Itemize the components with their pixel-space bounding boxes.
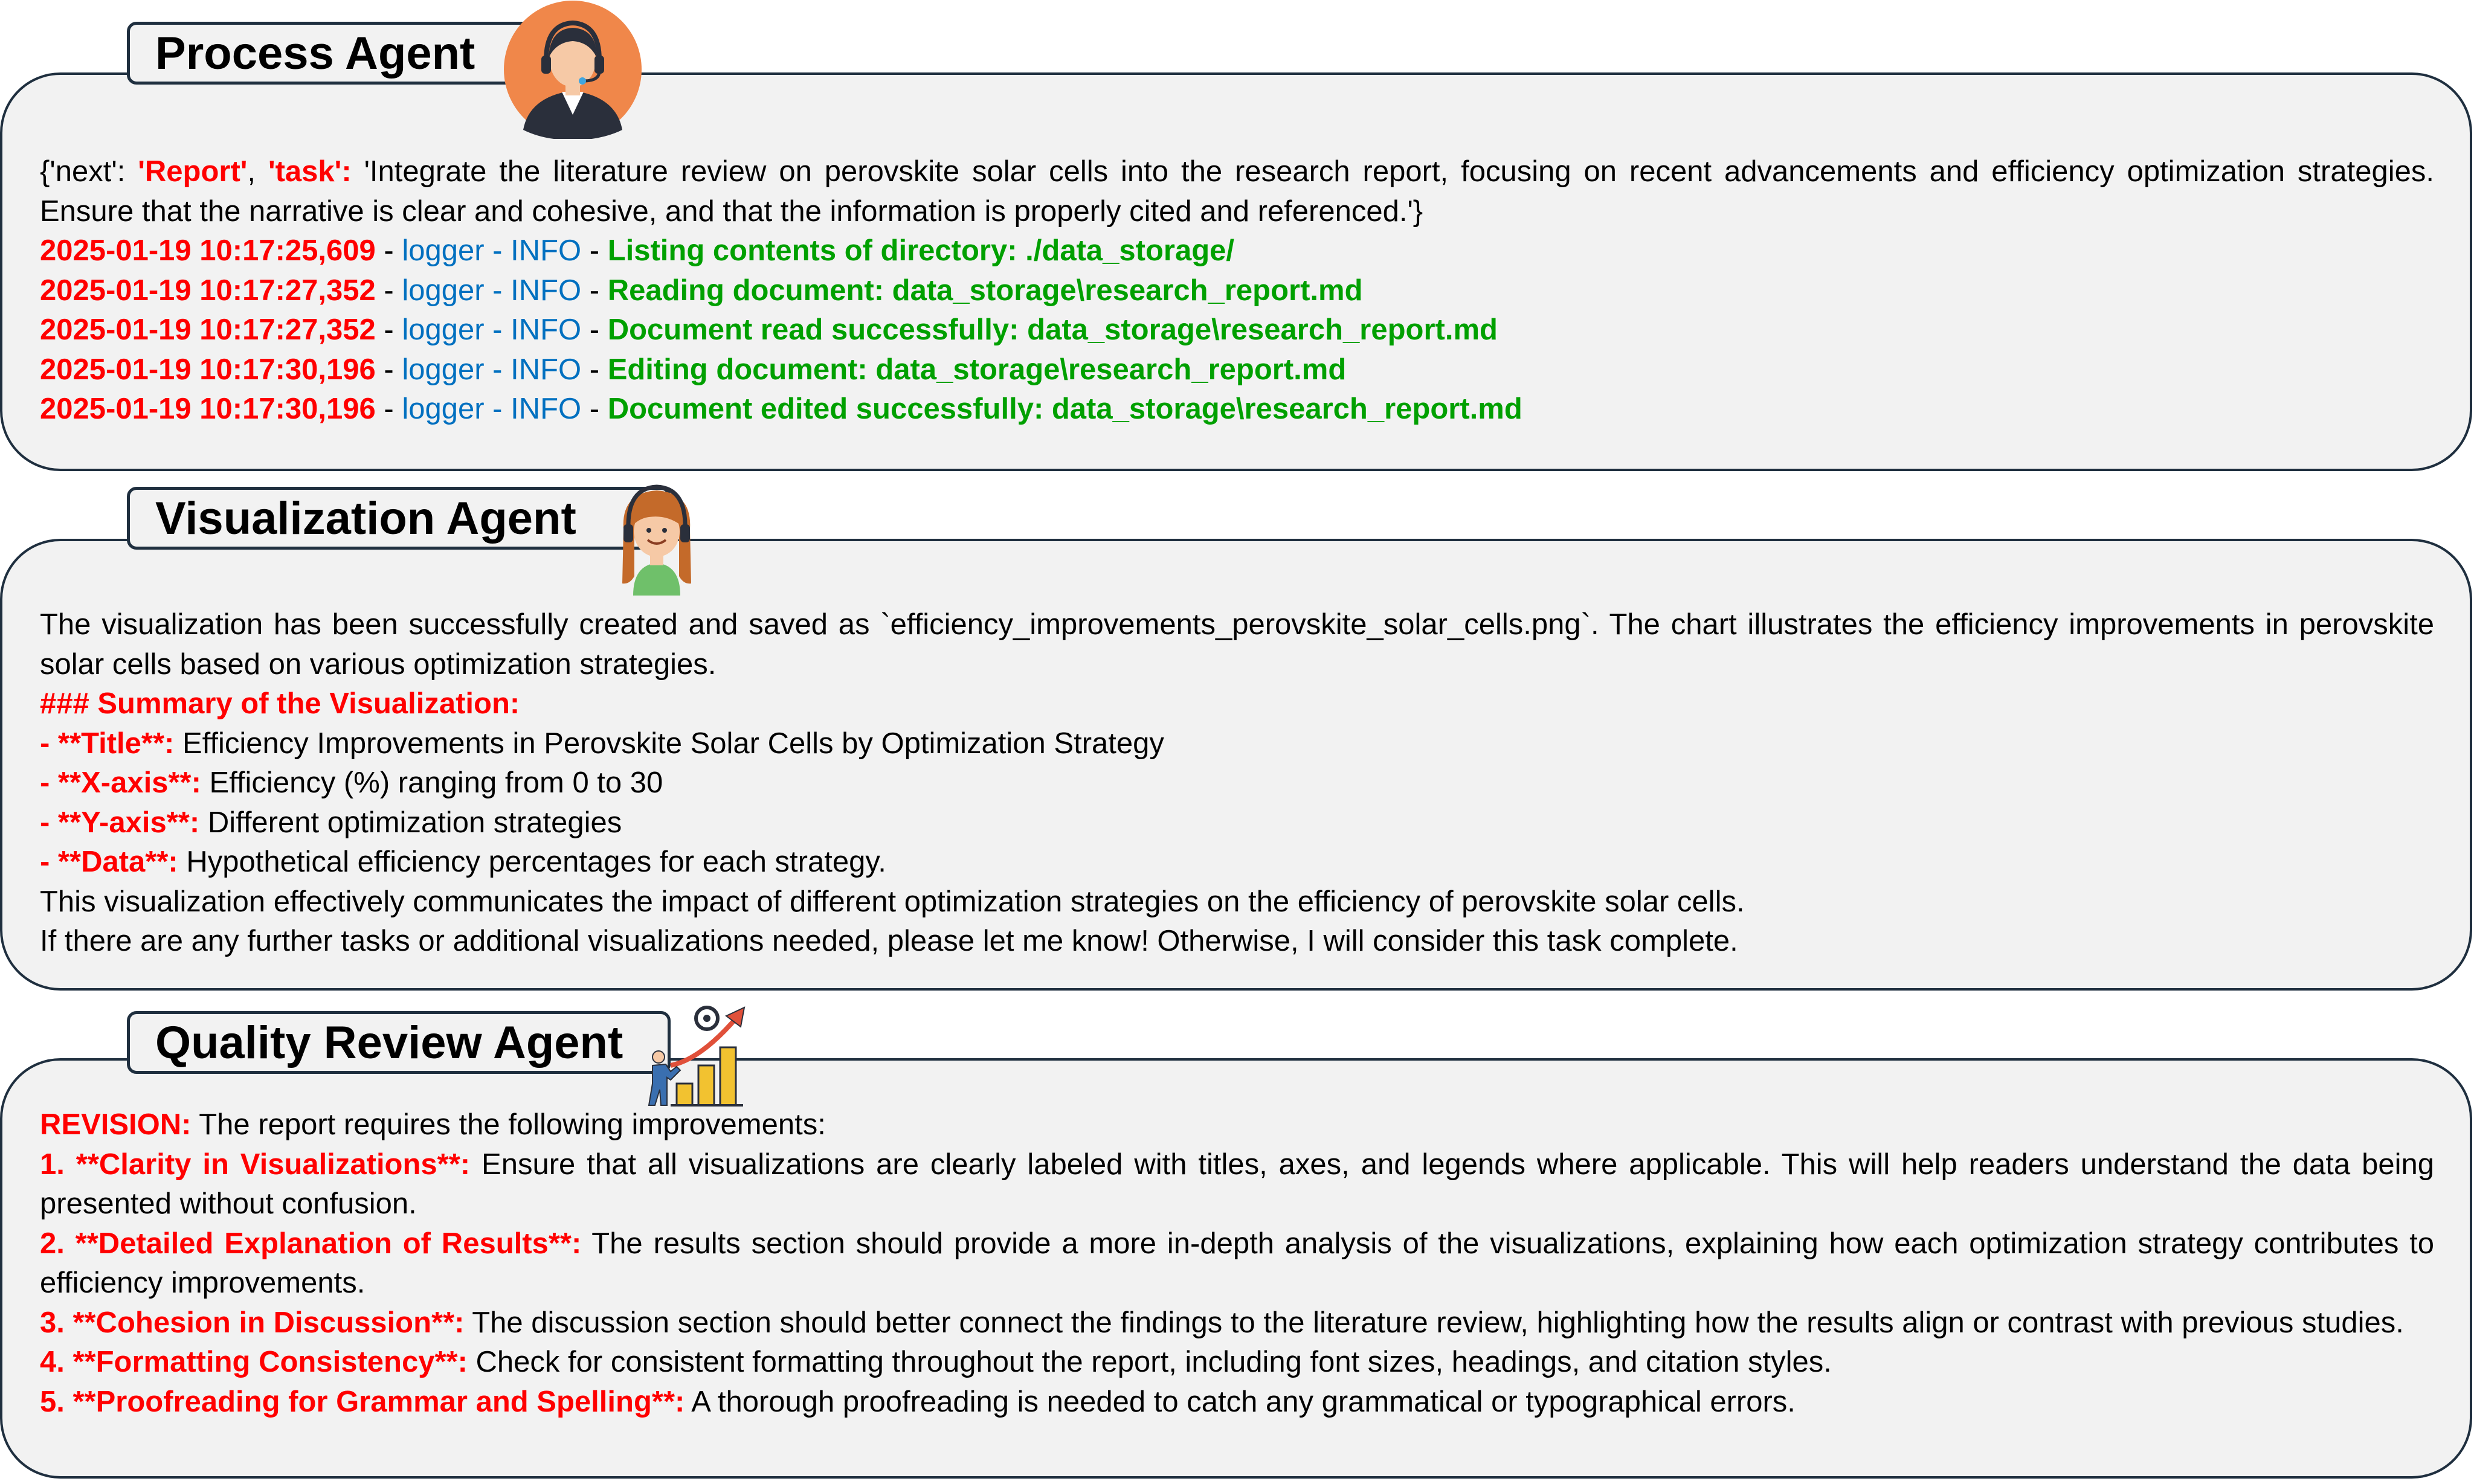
revision-item-label: 4. **Formatting Consistency**:: [40, 1346, 468, 1378]
process-agent-title: Process Agent: [127, 22, 544, 85]
revision-item-label: 3. **Cohesion in Discussion**:: [40, 1306, 465, 1339]
revision-item: 2. **Detailed Explanation of Results**: …: [40, 1224, 2434, 1303]
revision-item: 3. **Cohesion in Discussion**: The discu…: [40, 1303, 2434, 1343]
revision-item-label: 1. **Clarity in Visualizations**:: [40, 1148, 471, 1181]
summary-heading: ### Summary of the Visualization:: [40, 687, 520, 720]
visualization-intro: The visualization has been successfully …: [40, 608, 2434, 681]
summary-item-text: Efficiency Improvements in Perovskite So…: [174, 727, 1164, 760]
revision-item-text: A thorough proofreading is needed to cat…: [685, 1385, 1796, 1418]
log-separator: -: [375, 274, 402, 307]
log-separator: -: [581, 353, 608, 386]
log-line: 2025-01-19 10:17:30,196 - logger - INFO …: [40, 350, 2434, 390]
visualization-agent-title-text: Visualization Agent: [155, 492, 576, 544]
summary-item-label: - **X-axis**:: [40, 766, 201, 799]
revision-item-text: Check for consistent formatting througho…: [467, 1346, 1832, 1378]
log-separator: -: [375, 313, 402, 346]
quality-review-agent-title-text: Quality Review Agent: [155, 1017, 623, 1068]
log-separator: -: [581, 234, 608, 267]
quality-review-agent-title: Quality Review Agent: [127, 1011, 671, 1074]
process-agent-title-text: Process Agent: [155, 27, 475, 79]
task-json: {'next': 'Report', 'task': 'Integrate th…: [40, 152, 2434, 231]
summary-item-label: - **Title**:: [40, 727, 175, 760]
task-json-open: {'next':: [40, 155, 138, 188]
log-line: 2025-01-19 10:17:27,352 - logger - INFO …: [40, 310, 2434, 350]
revision-item-text: The discussion section should better con…: [464, 1306, 2404, 1339]
log-separator: -: [375, 234, 402, 267]
summary-item: - **Y-axis**: Different optimization str…: [40, 803, 2434, 843]
log-separator: -: [375, 393, 402, 425]
revision-item-label: 5. **Proofreading for Grammar and Spelli…: [40, 1385, 685, 1418]
task-json-comma: ,: [247, 155, 268, 188]
growth-chart-icon: [648, 1006, 746, 1107]
log-message: Reading document: data_storage\research_…: [607, 274, 1363, 307]
revision-text: The report requires the following improv…: [191, 1108, 826, 1141]
log-separator: -: [581, 274, 608, 307]
log-line: 2025-01-19 10:17:30,196 - logger - INFO …: [40, 390, 2434, 429]
log-message: Document edited successfully: data_stora…: [607, 393, 1522, 425]
log-separator: -: [375, 353, 402, 386]
revision-label: REVISION:: [40, 1108, 192, 1141]
summary-item-text: Different optimization strategies: [199, 806, 622, 839]
process-agent-content: {'next': 'Report', 'task': 'Integrate th…: [40, 152, 2434, 429]
summary-item-label: - **Data**:: [40, 846, 178, 878]
visualization-closing-1: This visualization effectively communica…: [40, 885, 1745, 918]
revision-line: REVISION: The report requires the follow…: [40, 1105, 2434, 1145]
visualization-closing-2: If there are any further tasks or additi…: [40, 925, 1738, 957]
log-separator: -: [581, 393, 608, 425]
summary-item: - **Data**: Hypothetical efficiency perc…: [40, 843, 2434, 882]
revision-item: 4. **Formatting Consistency**: Check for…: [40, 1343, 2434, 1383]
log-timestamp: 2025-01-19 10:17:30,196: [40, 353, 376, 386]
log-timestamp: 2025-01-19 10:17:27,352: [40, 313, 376, 346]
log-logger: logger - INFO: [402, 234, 582, 267]
log-line: 2025-01-19 10:17:25,609 - logger - INFO …: [40, 231, 2434, 271]
log-logger: logger - INFO: [402, 353, 582, 386]
task-text: 'Integrate the literature review on pero…: [40, 155, 2434, 228]
log-line: 2025-01-19 10:17:27,352 - logger - INFO …: [40, 271, 2434, 311]
log-logger: logger - INFO: [402, 393, 582, 425]
summary-item: - **Title**: Efficiency Improvements in …: [40, 724, 2434, 764]
visualization-agent-content: The visualization has been successfully …: [40, 605, 2434, 962]
headset-operator-icon: [504, 1, 642, 139]
summary-item: - **X-axis**: Efficiency (%) ranging fro…: [40, 763, 2434, 803]
quality-review-agent-content: REVISION: The report requires the follow…: [40, 1105, 2434, 1422]
log-timestamp: 2025-01-19 10:17:25,609: [40, 234, 376, 267]
revision-item: 5. **Proofreading for Grammar and Spelli…: [40, 1383, 2434, 1422]
log-message: Document read successfully: data_storage…: [607, 313, 1498, 346]
support-woman-icon: [622, 484, 691, 596]
log-logger: logger - INFO: [402, 313, 582, 346]
revision-item: 1. **Clarity in Visualizations**: Ensure…: [40, 1145, 2434, 1224]
log-timestamp: 2025-01-19 10:17:27,352: [40, 274, 376, 307]
summary-item-text: Hypothetical efficiency percentages for …: [178, 846, 886, 878]
task-next-value: 'Report': [138, 155, 248, 188]
summary-item-label: - **Y-axis**:: [40, 806, 200, 839]
log-message: Editing document: data_storage\research_…: [607, 353, 1347, 386]
log-separator: -: [581, 313, 608, 346]
log-timestamp: 2025-01-19 10:17:30,196: [40, 393, 376, 425]
log-message: Listing contents of directory: ./data_st…: [607, 234, 1235, 267]
log-logger: logger - INFO: [402, 274, 582, 307]
revision-item-label: 2. **Detailed Explanation of Results**:: [40, 1227, 582, 1260]
visualization-agent-title: Visualization Agent: [127, 487, 671, 550]
task-key: 'task':: [268, 155, 352, 188]
summary-item-text: Efficiency (%) ranging from 0 to 30: [201, 766, 663, 799]
